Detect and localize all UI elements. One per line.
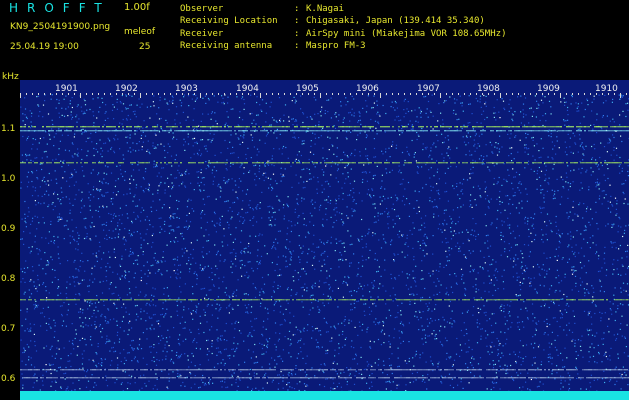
- observation-info: Observer: K.Nagai Receiving Location: Chig…: [180, 3, 506, 52]
- x-tick-label: 1910: [595, 84, 618, 94]
- datetime-label: 25.04.19 19:00: [10, 42, 79, 52]
- info-row-receiver: Receiver: AirSpy mini (Miakejima VOR 108.…: [180, 28, 507, 39]
- version-label: 1.00f: [124, 2, 150, 13]
- filename-label: KN9_2504191900.png: [10, 22, 111, 32]
- x-tick-label: 1903: [175, 84, 198, 94]
- param-label: meleof: [124, 27, 156, 37]
- info-value: AirSpy mini (Miakejima VOR 108.65MHz): [306, 28, 507, 39]
- x-tick-label: 1906: [356, 84, 379, 94]
- spectrogram: 1901 1902 1903 1904 1905 1906 1907 1908 …: [20, 80, 629, 400]
- spectrogram-background: [20, 80, 629, 400]
- y-tick-label: 0.9: [1, 224, 16, 234]
- info-row-location: Receiving Location: Chigasaki, Japan (139…: [180, 16, 485, 27]
- info-value: K.Nagai: [306, 4, 344, 14]
- info-value: Chigasaki, Japan (139.414 35.340): [306, 16, 485, 27]
- y-tick-label: 1.0: [1, 174, 16, 184]
- y-tick-label: 0.7: [1, 324, 16, 334]
- x-tick-label: 1909: [537, 84, 560, 94]
- x-tick-label: 1908: [477, 84, 500, 94]
- info-row-observer: Observer: K.Nagai: [180, 4, 344, 14]
- param-value: 25: [139, 42, 151, 52]
- x-tick-label: 1905: [296, 84, 319, 94]
- info-key: Observer: [180, 4, 224, 14]
- info-row-antenna: Receiving antenna: Maspro FM-3: [180, 40, 366, 51]
- info-value: Maspro FM-3: [306, 40, 366, 51]
- y-tick-label: 0.8: [1, 274, 16, 284]
- x-tick-label: 1907: [417, 84, 440, 94]
- x-tick-label: 1902: [115, 84, 138, 94]
- y-tick-label: 0.6: [1, 374, 16, 384]
- y-tick-label: 1.1: [1, 124, 16, 134]
- header: HROFFT 1.00f KN9_2504191900.png 25.04.19…: [0, 0, 629, 80]
- bottom-band: [20, 391, 629, 400]
- app-title: HROFFT: [9, 1, 111, 15]
- info-key: Receiving antenna: [180, 40, 273, 51]
- y-axis-unit: kHz: [2, 72, 19, 82]
- info-key: Receiver: [180, 28, 224, 39]
- x-tick-label: 1904: [236, 84, 259, 94]
- info-key: Receiving Location: [180, 16, 278, 27]
- x-tick-label: 1901: [55, 84, 78, 94]
